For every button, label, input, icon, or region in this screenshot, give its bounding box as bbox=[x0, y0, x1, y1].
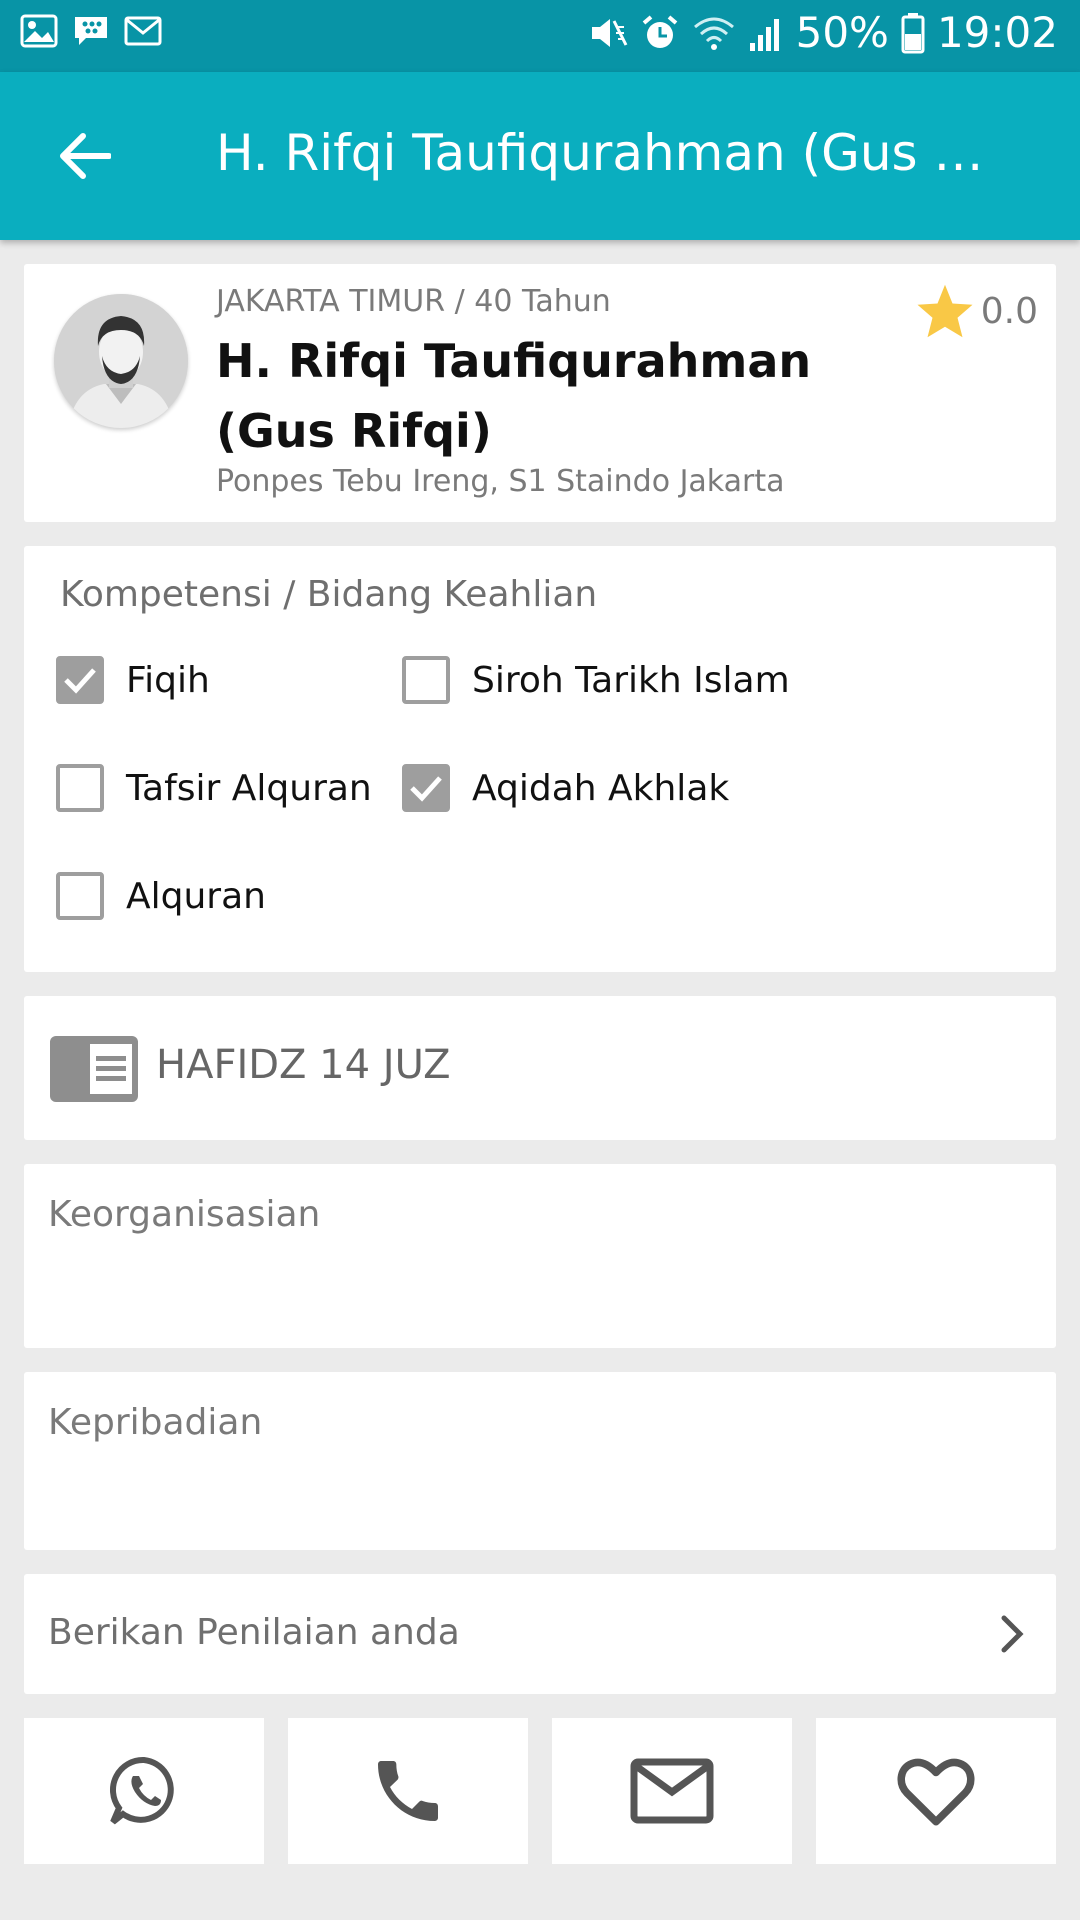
location-age: JAKARTA TIMUR / 40 Tahun bbox=[216, 284, 611, 319]
battery-icon bbox=[901, 12, 925, 53]
book-icon bbox=[50, 1036, 138, 1102]
check-icon bbox=[64, 668, 96, 694]
checkbox-box[interactable] bbox=[402, 764, 450, 812]
alarm-icon bbox=[642, 14, 677, 48]
email-icon bbox=[630, 1758, 714, 1824]
app-bar: H. Rifqi Taufiqurahman (Gus R... bbox=[0, 72, 1080, 240]
rate-button[interactable]: Berikan Penilaian anda bbox=[24, 1574, 1056, 1694]
wifi-icon bbox=[693, 17, 734, 50]
person-avatar-icon bbox=[54, 294, 188, 428]
heart-icon bbox=[897, 1758, 975, 1826]
status-bar: 50% 19:02 bbox=[0, 0, 1080, 72]
profile-card: JAKARTA TIMUR / 40 Tahun H. Rifqi Taufiq… bbox=[24, 264, 1056, 522]
email-button[interactable] bbox=[552, 1718, 792, 1864]
checkbox-label: Aqidah Akhlak bbox=[472, 767, 730, 809]
mail-icon bbox=[124, 16, 162, 46]
checkbox-fiqih[interactable]: Fiqih bbox=[56, 656, 210, 704]
back-button[interactable] bbox=[40, 120, 130, 192]
checkbox-label: Siroh Tarikh Islam bbox=[472, 659, 790, 701]
organization-card: Keorganisasian bbox=[24, 1164, 1056, 1348]
competence-card: Kompetensi / Bidang Keahlian Fiqih Siroh… bbox=[24, 546, 1056, 972]
hafidz-label: HAFIDZ 14 JUZ bbox=[156, 1042, 451, 1088]
checkbox-box[interactable] bbox=[56, 764, 104, 812]
checkbox-aqidah-akhlak[interactable]: Aqidah Akhlak bbox=[402, 764, 729, 812]
rating: 0.0 bbox=[915, 282, 1038, 340]
check-icon bbox=[410, 776, 442, 802]
checkbox-box[interactable] bbox=[56, 656, 104, 704]
personality-label: Kepribadian bbox=[48, 1402, 263, 1443]
checkbox-label: Alquran bbox=[126, 875, 266, 917]
arrow-left-icon bbox=[60, 133, 111, 179]
education: Ponpes Tebu Ireng, S1 Staindo Jakarta bbox=[216, 464, 785, 499]
organization-label: Keorganisasian bbox=[48, 1194, 321, 1235]
action-bar bbox=[24, 1718, 1056, 1864]
competence-title: Kompetensi / Bidang Keahlian bbox=[60, 574, 598, 615]
page-title: H. Rifqi Taufiqurahman (Gus R... bbox=[216, 124, 996, 182]
avatar bbox=[54, 294, 188, 428]
bbm-icon bbox=[75, 17, 107, 45]
battery-percent: 50% bbox=[795, 8, 889, 57]
hafidz-card: HAFIDZ 14 JUZ bbox=[24, 996, 1056, 1140]
mute-icon bbox=[591, 18, 627, 47]
checkbox-siroh-tarikh-islam[interactable]: Siroh Tarikh Islam bbox=[402, 656, 790, 704]
signal-icon bbox=[749, 18, 779, 51]
checkbox-label: Tafsir Alquran bbox=[126, 767, 372, 809]
whatsapp-button[interactable] bbox=[24, 1718, 264, 1864]
personality-card: Kepribadian bbox=[24, 1372, 1056, 1550]
checkbox-box[interactable] bbox=[56, 872, 104, 920]
call-button[interactable] bbox=[288, 1718, 528, 1864]
favorite-button[interactable] bbox=[816, 1718, 1056, 1864]
checkbox-label: Fiqih bbox=[126, 659, 210, 701]
checkbox-box[interactable] bbox=[402, 656, 450, 704]
rate-label: Berikan Penilaian anda bbox=[48, 1612, 460, 1653]
checkbox-tafsir-alquran[interactable]: Tafsir Alquran bbox=[56, 764, 372, 812]
rating-value: 0.0 bbox=[980, 290, 1038, 332]
chevron-right-icon bbox=[1001, 1615, 1024, 1653]
whatsapp-icon bbox=[110, 1756, 174, 1825]
clock-time: 19:02 bbox=[936, 8, 1058, 57]
phone-icon bbox=[378, 1761, 438, 1821]
star-icon bbox=[917, 284, 973, 338]
checkbox-alquran[interactable]: Alquran bbox=[56, 872, 266, 920]
image-icon bbox=[20, 14, 58, 48]
profile-name: H. Rifqi Taufiqurahman (Gus Rifqi) bbox=[216, 334, 812, 458]
